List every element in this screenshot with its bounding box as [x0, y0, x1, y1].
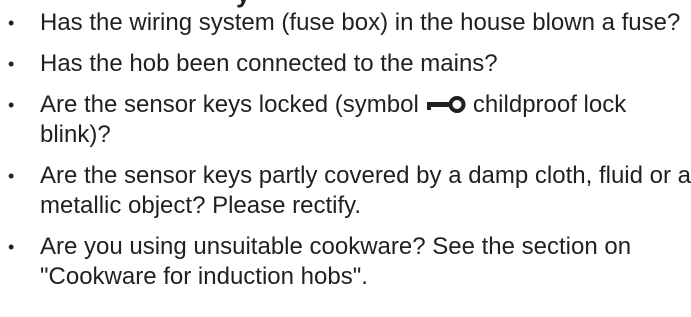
troubleshooting-list: • Has the wiring system (fuse box) in th…	[0, 0, 691, 303]
list-item: • Are the sensor keys partly covered by …	[0, 161, 691, 221]
list-item: • Has the wiring system (fuse box) in th…	[0, 0, 691, 38]
bullet: •	[8, 166, 15, 186]
bullet: •	[8, 237, 15, 257]
list-item: • Are the sensor keys locked (symbol chil…	[0, 90, 691, 150]
childproof-lock-key-icon	[426, 95, 466, 113]
list-item-text: Has the wiring system (fuse box) in the …	[40, 9, 681, 36]
bullet: •	[8, 95, 15, 115]
bullet: •	[8, 54, 15, 74]
list-item-text-before: Are the sensor keys locked (symbol	[40, 91, 419, 118]
list-item: • Are you using unsuitable cookware? See…	[0, 232, 691, 292]
list-item: • Has the hob been connected to the main…	[0, 49, 691, 79]
bullet: •	[8, 13, 15, 33]
list-item-text: Are the sensor keys partly covered by a …	[40, 162, 691, 219]
list-item-text: Are you using unsuitable cookware? See t…	[40, 233, 632, 290]
list-item-text: Has the hob been connected to the mains?	[40, 50, 498, 77]
